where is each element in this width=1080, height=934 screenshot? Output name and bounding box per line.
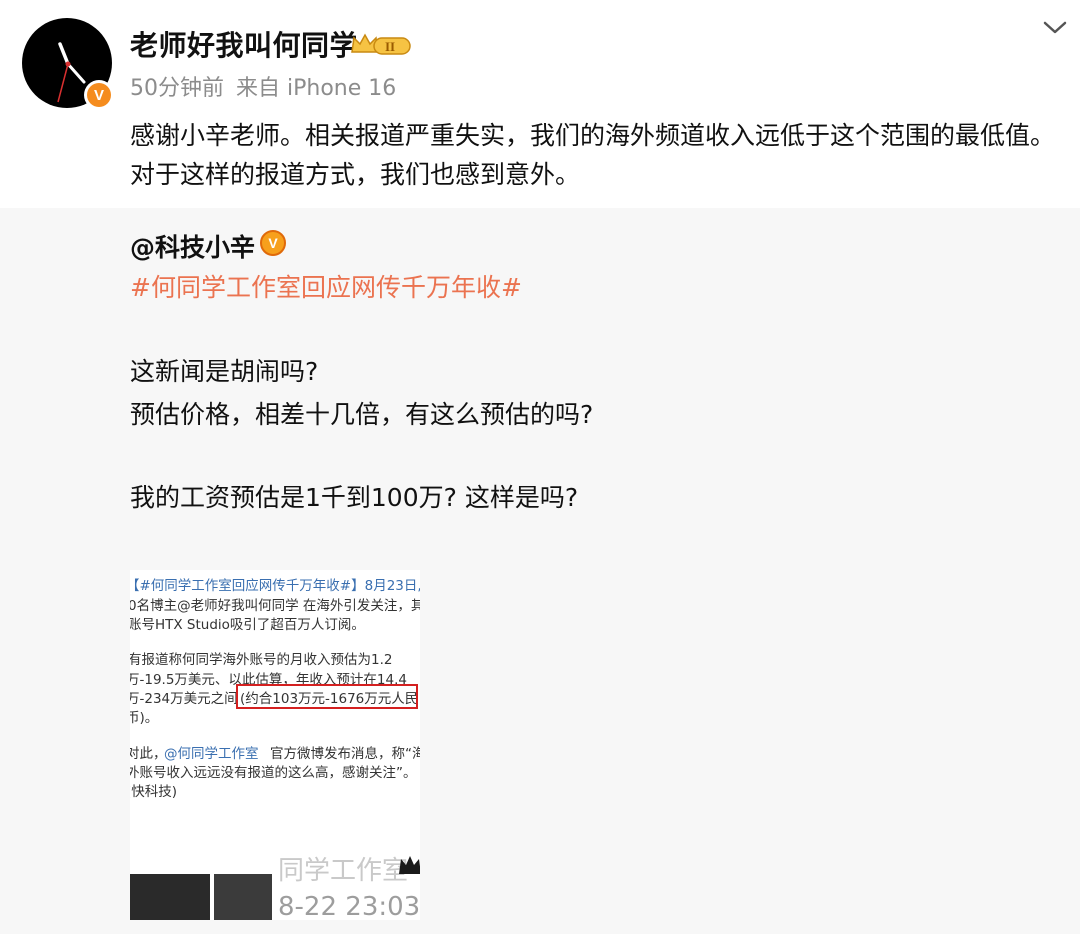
image-text-line: 账号HTX Studio吸引了超百万人订阅。 [130, 617, 365, 633]
svg-text:II: II [385, 39, 395, 54]
verified-icon: V [87, 83, 111, 107]
post-time: 50分钟前 [130, 76, 224, 101]
highlight-box [236, 684, 418, 709]
image-photo [130, 874, 210, 920]
crown-icon: II [351, 33, 411, 55]
repost-author[interactable]: @科技小辛 [130, 228, 255, 264]
image-watermark: 同学工作室 [278, 856, 409, 886]
hashtag-link[interactable]: #何同学工作室回应网传千万年收# [130, 268, 522, 304]
verified-badge: V [84, 80, 114, 110]
image-text-line: 币)。 [130, 710, 159, 726]
verified-icon: V [260, 230, 286, 256]
crown-icon [399, 856, 420, 874]
image-text-line: (快科技) [130, 784, 178, 800]
vip-badge[interactable]: II [350, 30, 414, 58]
image-text-line: 万-234万美元之间 [130, 691, 238, 707]
username[interactable]: 老师好我叫何同学 [130, 24, 358, 64]
image-text-line: 官方微博发布消息，称“海 [270, 746, 420, 762]
post-meta: 50分钟前 来自 iPhone 16 [130, 70, 396, 102]
post-text: 感谢小辛老师。相关报道严重失实，我们的海外频道收入远低于这个范围的最低值。对于这… [130, 121, 1056, 189]
post-source: 来自 iPhone 16 [236, 76, 397, 101]
chevron-down-icon[interactable] [1040, 12, 1070, 42]
image-text-line: 【#何同学工作室回应网传千万年收#】8月23日, [130, 578, 420, 594]
image-text-line: 0名博主@老师好我叫何同学 在海外引发关注，其 [130, 598, 420, 614]
image-timestamp: 8-22 23:03 [278, 892, 420, 920]
image-text-line: 外账号收入远远没有报道的这么高，感谢关注”。 [130, 765, 417, 781]
image-text-line: 有报道称何同学海外账号的月收入预估为1.2 [130, 652, 393, 668]
repost-image[interactable]: 【#何同学工作室回应网传千万年收#】8月23日, 0名博主@老师好我叫何同学 在… [130, 570, 420, 920]
repost-line: 我的工资预估是1千到100万? 这样是吗? [130, 483, 579, 512]
image-text-line: 对此， [130, 746, 167, 762]
repost-line: 这新闻是胡闹吗? [130, 357, 319, 386]
repost-line: 预估价格，相差十几倍，有这么预估的吗? [130, 400, 594, 429]
image-mention: @何同学工作室 [164, 746, 259, 762]
image-photo [214, 874, 272, 920]
